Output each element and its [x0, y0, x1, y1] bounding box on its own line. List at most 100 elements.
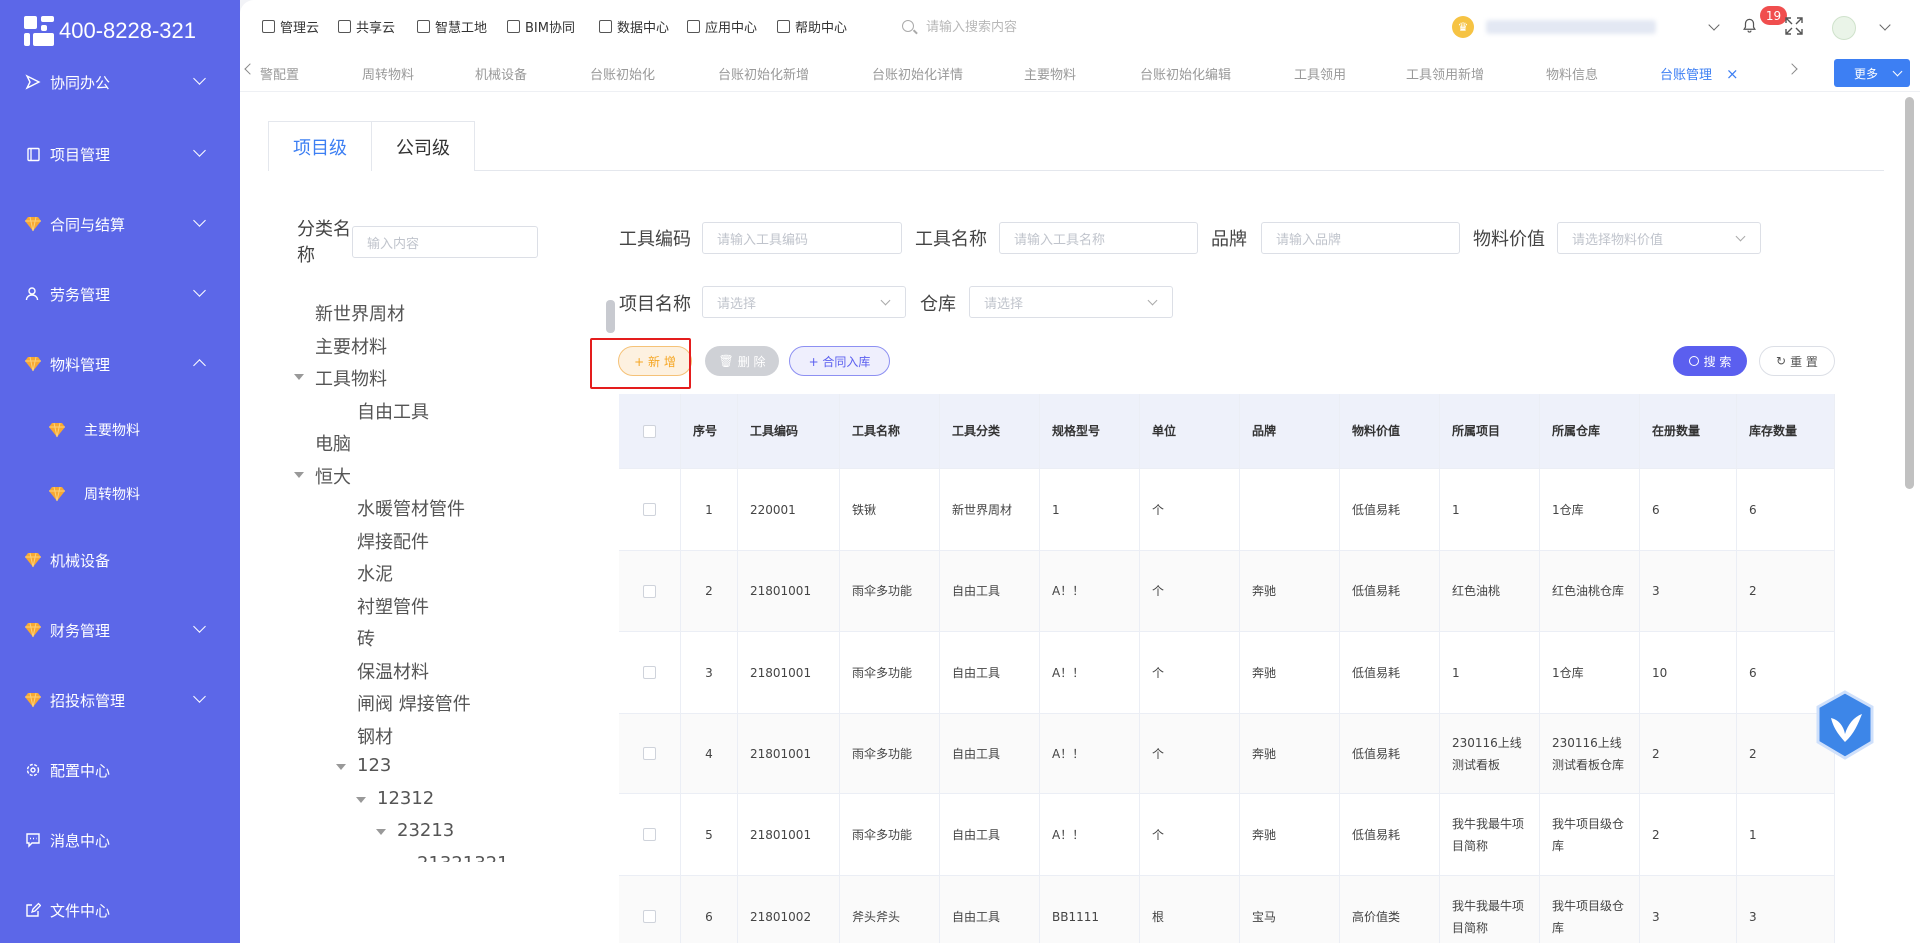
- caret-down-icon[interactable]: [376, 829, 386, 835]
- topnav-management-cloud[interactable]: 管理云: [262, 17, 319, 36]
- column-header[interactable]: 所属仓库: [1540, 394, 1640, 468]
- row-checkbox[interactable]: [643, 747, 656, 760]
- sidebar-item-material-mgmt[interactable]: 物料管理: [0, 344, 240, 384]
- page-scrollbar[interactable]: [1905, 97, 1914, 489]
- tab-5[interactable]: 台账初始化详情: [872, 64, 963, 83]
- topnav-shared-cloud[interactable]: 共享云: [338, 17, 395, 36]
- column-header[interactable]: 单位: [1140, 394, 1240, 468]
- tree-node[interactable]: 新世界周材: [315, 300, 405, 326]
- caret-down-icon[interactable]: [396, 861, 406, 862]
- tool-name-input[interactable]: 请输入工具名称: [999, 222, 1198, 254]
- tree-node[interactable]: 砖: [357, 625, 375, 651]
- column-header[interactable]: 序号: [681, 394, 738, 468]
- tree-node[interactable]: 焊接配件: [357, 528, 429, 554]
- tab-project-level[interactable]: 项目级: [268, 121, 372, 171]
- global-search[interactable]: 请输入搜索内容: [902, 16, 1017, 35]
- row-checkbox[interactable]: [643, 828, 656, 841]
- column-header[interactable]: 库存数量: [1737, 394, 1835, 468]
- row-checkbox[interactable]: [643, 503, 656, 516]
- avatar-menu-chevron-icon[interactable]: [1879, 19, 1891, 31]
- tab-6[interactable]: 主要物料: [1024, 64, 1076, 83]
- tree-scrollbar[interactable]: [606, 300, 615, 333]
- table-row[interactable]: 1 220001 铁锹 新世界周材 1 个低值易耗 1 1仓库 6 6: [619, 469, 1835, 551]
- user-name-blurred[interactable]: [1486, 20, 1656, 34]
- row-checkbox[interactable]: [643, 666, 656, 679]
- caret-down-icon[interactable]: [294, 374, 304, 380]
- sidebar-item-contract-settlement[interactable]: 合同与结算: [0, 204, 240, 244]
- sidebar-item-turnover-material[interactable]: 周转物料: [0, 474, 240, 514]
- topnav-help-center[interactable]: 帮助中心: [777, 17, 847, 36]
- tab-8[interactable]: 工具领用: [1294, 64, 1346, 83]
- sidebar-item-project-mgmt[interactable]: 项目管理: [0, 134, 240, 174]
- sidebar-item-bidding-mgmt[interactable]: 招投标管理: [0, 680, 240, 720]
- tree-node[interactable]: 保温材料: [357, 658, 429, 684]
- tree-node[interactable]: 钢材: [357, 723, 393, 749]
- more-tabs-button[interactable]: 更多: [1834, 59, 1910, 87]
- logo[interactable]: 400-8228-321: [24, 14, 196, 48]
- tool-code-input[interactable]: 请输入工具编码: [702, 222, 902, 254]
- table-row[interactable]: 4 21801001 雨伞多功能 自由工具 A！！个奔驰 低值易耗 230116上线测试看板…: [619, 714, 1835, 794]
- tree-node[interactable]: 23213: [376, 820, 454, 841]
- tab-2[interactable]: 机械设备: [475, 64, 527, 83]
- sidebar-item-finance-mgmt[interactable]: 财务管理: [0, 610, 240, 650]
- sidebar-item-collab-office[interactable]: 协同办公: [0, 62, 240, 102]
- caret-down-icon[interactable]: [356, 796, 366, 803]
- column-header[interactable]: 工具分类: [940, 394, 1040, 468]
- tree-node[interactable]: 水泥: [357, 560, 393, 586]
- tree-node[interactable]: 电脑: [315, 430, 351, 456]
- project-name-select[interactable]: 请选择: [702, 286, 906, 318]
- select-all-checkbox[interactable]: [643, 424, 656, 438]
- tab-1[interactable]: 周转物料: [362, 64, 414, 83]
- tab-9[interactable]: 工具领用新增: [1406, 64, 1484, 83]
- tree-node[interactable]: 衬塑管件: [357, 593, 429, 619]
- topnav-app-center[interactable]: 应用中心: [687, 17, 757, 36]
- warehouse-select[interactable]: 请选择: [969, 286, 1173, 318]
- user-menu-chevron-icon[interactable]: [1708, 19, 1720, 31]
- row-checkbox[interactable]: [643, 584, 656, 598]
- sidebar-item-machinery[interactable]: 机械设备: [0, 540, 240, 580]
- topnav-data-center[interactable]: 数据中心: [599, 17, 669, 36]
- column-header[interactable]: 所属项目: [1440, 394, 1540, 468]
- tree-node[interactable]: 工具物料: [294, 365, 387, 391]
- column-header[interactable]: 品牌: [1240, 394, 1340, 468]
- delete-button[interactable]: 🗑 删 除: [705, 346, 779, 376]
- tree-node[interactable]: 恒大: [294, 463, 351, 489]
- avatar[interactable]: [1832, 16, 1856, 40]
- table-row[interactable]: 2 21801001 雨伞多功能 自由工具 A！！个奔驰 低值易耗 红色油桃 红色油桃仓库 3 2: [619, 551, 1835, 632]
- caret-down-icon[interactable]: [294, 471, 304, 478]
- row-checkbox[interactable]: [643, 910, 656, 923]
- tab-4[interactable]: 台账初始化新增: [718, 64, 809, 83]
- sidebar-item-main-material[interactable]: 主要物料: [0, 410, 240, 450]
- reset-button[interactable]: ↻ 重 置: [1759, 346, 1835, 376]
- column-header[interactable]: 工具名称: [840, 394, 940, 468]
- tab-scroll-right-icon[interactable]: [1786, 63, 1798, 75]
- tab-scroll-left-icon[interactable]: [244, 63, 256, 75]
- category-search-input[interactable]: 输入内容: [352, 226, 538, 258]
- sidebar-item-config-center[interactable]: 配置中心: [0, 750, 240, 790]
- tree-node[interactable]: 主要材料: [315, 333, 387, 359]
- table-row[interactable]: 6 21801002 斧头斧头 自由工具 BB1111 根宝马 高价值类 我牛我最牛项目简称我…: [619, 876, 1835, 943]
- tab-10[interactable]: 物料信息: [1546, 64, 1598, 83]
- close-icon[interactable]: ×: [1726, 65, 1739, 83]
- material-value-select[interactable]: 请选择物料价值: [1557, 222, 1761, 254]
- sidebar-item-file-center[interactable]: 文件中心: [0, 890, 240, 930]
- bell-icon[interactable]: [1742, 18, 1757, 33]
- tab-3[interactable]: 台账初始化: [590, 64, 655, 83]
- sidebar-item-message-center[interactable]: 消息中心: [0, 820, 240, 860]
- tab-11[interactable]: 台账管理 ×: [1660, 64, 1739, 83]
- tree-node[interactable]: 12312: [356, 788, 434, 809]
- tab-company-level[interactable]: 公司级: [371, 121, 475, 171]
- topnav-bim-collab[interactable]: BIM协同: [507, 17, 575, 36]
- column-header[interactable]: 规格型号: [1040, 394, 1140, 468]
- tree-node[interactable]: 自由工具: [357, 398, 429, 424]
- tab-7[interactable]: 台账初始化编辑: [1140, 64, 1231, 83]
- tab-0[interactable]: 警配置: [260, 64, 299, 83]
- topnav-smart-site[interactable]: 智慧工地: [417, 17, 487, 36]
- column-header[interactable]: 物料价值: [1340, 394, 1440, 468]
- search-button[interactable]: 搜 索: [1673, 346, 1747, 376]
- tree-node[interactable]: 水暖管材管件: [357, 495, 465, 521]
- tree-node[interactable]: 21321321: [396, 853, 509, 862]
- tree-node[interactable]: 闸阀 焊接管件: [357, 690, 471, 716]
- table-row[interactable]: 5 21801001 雨伞多功能 自由工具 A！！个奔驰 低值易耗 我牛我最牛项目简称 我牛项…: [619, 794, 1835, 876]
- sidebar-item-labor-mgmt[interactable]: 劳务管理: [0, 274, 240, 314]
